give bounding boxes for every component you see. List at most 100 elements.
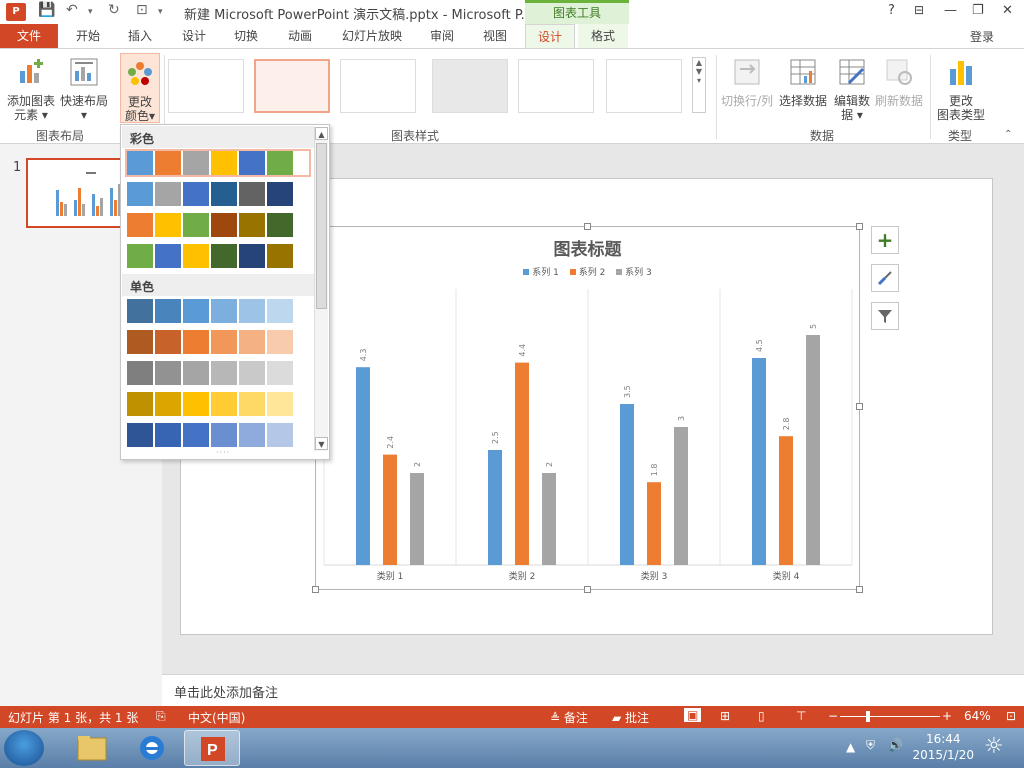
resize-handle[interactable] [856, 223, 863, 230]
chart-bar[interactable] [647, 482, 661, 565]
select-data-button[interactable]: 选择数据 [776, 57, 830, 108]
brightness-icon[interactable]: ☼ [984, 734, 1004, 759]
scroll-thumb[interactable] [316, 143, 327, 309]
chart-bar[interactable] [806, 335, 820, 565]
close-button[interactable]: ✕ [1002, 3, 1013, 18]
chart-style-3[interactable] [340, 59, 416, 113]
resize-grip-icon[interactable]: ···· [216, 448, 230, 457]
edit-data-button[interactable]: 编辑数 据 ▾ [830, 57, 874, 122]
color-scheme-option[interactable] [125, 421, 311, 449]
switch-row-column-button[interactable]: 切换行/列 [718, 57, 776, 108]
add-chart-element-button[interactable]: 添加图表 元素 ▾ [4, 57, 58, 122]
tab-view[interactable]: 视图 [472, 24, 518, 48]
zoom-out-icon[interactable]: − [828, 709, 838, 723]
resize-handle[interactable] [312, 586, 319, 593]
volume-icon[interactable]: 🔊 [888, 738, 903, 752]
chart-style-6[interactable] [606, 59, 682, 113]
powerpoint-logo-icon[interactable]: P [6, 3, 26, 21]
color-scheme-option[interactable] [125, 149, 311, 177]
color-scheme-option[interactable] [125, 328, 311, 356]
help-button[interactable]: ? [888, 3, 895, 18]
color-scheme-option[interactable] [125, 297, 311, 325]
dropdown-scrollbar[interactable]: ▲ ▼ [314, 127, 328, 451]
chart-style-2[interactable] [254, 59, 330, 113]
collapse-ribbon-icon[interactable]: ⌃ [1004, 129, 1012, 140]
minimize-button[interactable]: — [944, 3, 957, 18]
sign-in-link[interactable]: 登录 [970, 28, 994, 45]
slideshow-from-start-icon[interactable]: ⊡ [136, 2, 148, 18]
color-scheme-option[interactable] [125, 211, 311, 239]
fit-slide-icon[interactable]: ⊡ [1006, 709, 1016, 723]
tab-insert[interactable]: 插入 [116, 24, 164, 48]
save-icon[interactable]: 💾 [38, 2, 55, 18]
tab-design[interactable]: 设计 [170, 24, 218, 48]
resize-handle[interactable] [856, 586, 863, 593]
notes-pane[interactable]: 单击此处添加备注 [162, 674, 1024, 706]
normal-view-icon[interactable]: ▣ [684, 708, 702, 722]
color-scheme-option[interactable] [125, 180, 311, 208]
redo-icon[interactable]: ↻ [108, 2, 120, 18]
tab-file[interactable]: 文件 [0, 24, 58, 48]
file-explorer-icon[interactable] [64, 730, 120, 766]
refresh-data-button[interactable]: 刷新数据 [872, 57, 926, 108]
zoom-in-icon[interactable]: + [942, 709, 952, 723]
undo-dropdown-icon[interactable]: ▾ [88, 7, 93, 17]
color-scheme-option[interactable] [125, 359, 311, 387]
zoom-slider-thumb[interactable] [866, 711, 870, 722]
scroll-up-icon[interactable]: ▲ [315, 127, 328, 140]
chart-elements-plus-icon[interactable]: + [871, 226, 899, 254]
gallery-scroll[interactable]: ▲ ▼ ▾ [692, 57, 706, 113]
slide-sorter-icon[interactable]: ⊞ [720, 709, 730, 723]
chart-bar[interactable] [674, 427, 688, 565]
restore-button[interactable]: ❐ [972, 3, 984, 18]
chart-object[interactable]: 图表标题 系列 1 系列 2 系列 3 4.3 2.4 2 类别 1 2.5 4.4 2 类别… [315, 226, 860, 590]
notes-toggle-button[interactable]: ≜ 备注 [550, 709, 588, 726]
powerpoint-taskbar-icon[interactable]: P [184, 730, 240, 766]
zoom-level[interactable]: 64% [964, 709, 991, 723]
chart-bar[interactable] [515, 362, 529, 565]
slideshow-view-icon[interactable]: ⊤ [796, 709, 806, 723]
show-hidden-icons-icon[interactable]: ▲ [846, 740, 855, 754]
chart-style-1[interactable] [168, 59, 244, 113]
quick-layout-button[interactable]: 快速布局 ▾ [58, 57, 110, 122]
resize-handle[interactable] [856, 403, 863, 410]
scroll-down-icon[interactable]: ▼ [315, 437, 328, 450]
undo-icon[interactable]: ↶ [66, 2, 78, 18]
color-scheme-option[interactable] [125, 242, 311, 270]
resize-handle[interactable] [584, 223, 591, 230]
spell-check-icon[interactable]: ⎘ [156, 709, 166, 724]
tab-review[interactable]: 审阅 [418, 24, 466, 48]
chart-bar[interactable] [356, 367, 370, 565]
tab-chart-design[interactable]: 设计 [525, 24, 575, 48]
tab-chart-format[interactable]: 格式 [578, 24, 628, 48]
security-shield-icon[interactable]: ⛨ [866, 738, 875, 753]
chart-bar[interactable] [779, 436, 793, 565]
chart-bar[interactable] [620, 404, 634, 565]
tab-home[interactable]: 开始 [64, 24, 112, 48]
resize-handle[interactable] [584, 586, 591, 593]
slide-thumbnail[interactable] [26, 158, 126, 228]
chart-bar[interactable] [542, 473, 556, 565]
tab-slideshow[interactable]: 幻灯片放映 [334, 24, 410, 48]
internet-explorer-icon[interactable] [124, 730, 180, 766]
change-colors-button[interactable]: 更改 颜色▾ [120, 53, 160, 123]
chart-style-4[interactable] [432, 59, 508, 113]
chart-bar[interactable] [383, 454, 397, 565]
comments-toggle-button[interactable]: ▰ 批注 [612, 709, 649, 726]
color-scheme-option[interactable] [125, 390, 311, 418]
chart-bar[interactable] [410, 473, 424, 565]
reading-view-icon[interactable]: ▯ [758, 709, 765, 723]
tab-transitions[interactable]: 切换 [222, 24, 270, 48]
ribbon-display-options-icon[interactable]: ⊟ [914, 3, 924, 17]
chart-filters-funnel-icon[interactable] [871, 302, 899, 330]
chart-bar[interactable] [752, 358, 766, 565]
start-button-icon[interactable] [4, 730, 44, 766]
chart-bar[interactable] [488, 450, 502, 565]
chart-style-5[interactable] [518, 59, 594, 113]
customize-qat-icon[interactable]: ▾ [158, 7, 163, 17]
change-chart-type-button[interactable]: 更改 图表类型 [934, 57, 988, 122]
tab-animations[interactable]: 动画 [276, 24, 324, 48]
zoom-slider[interactable] [840, 716, 940, 717]
language-indicator[interactable]: 中文(中国) [188, 709, 245, 726]
system-clock[interactable]: 16:44 2015/1/20 [912, 731, 974, 763]
